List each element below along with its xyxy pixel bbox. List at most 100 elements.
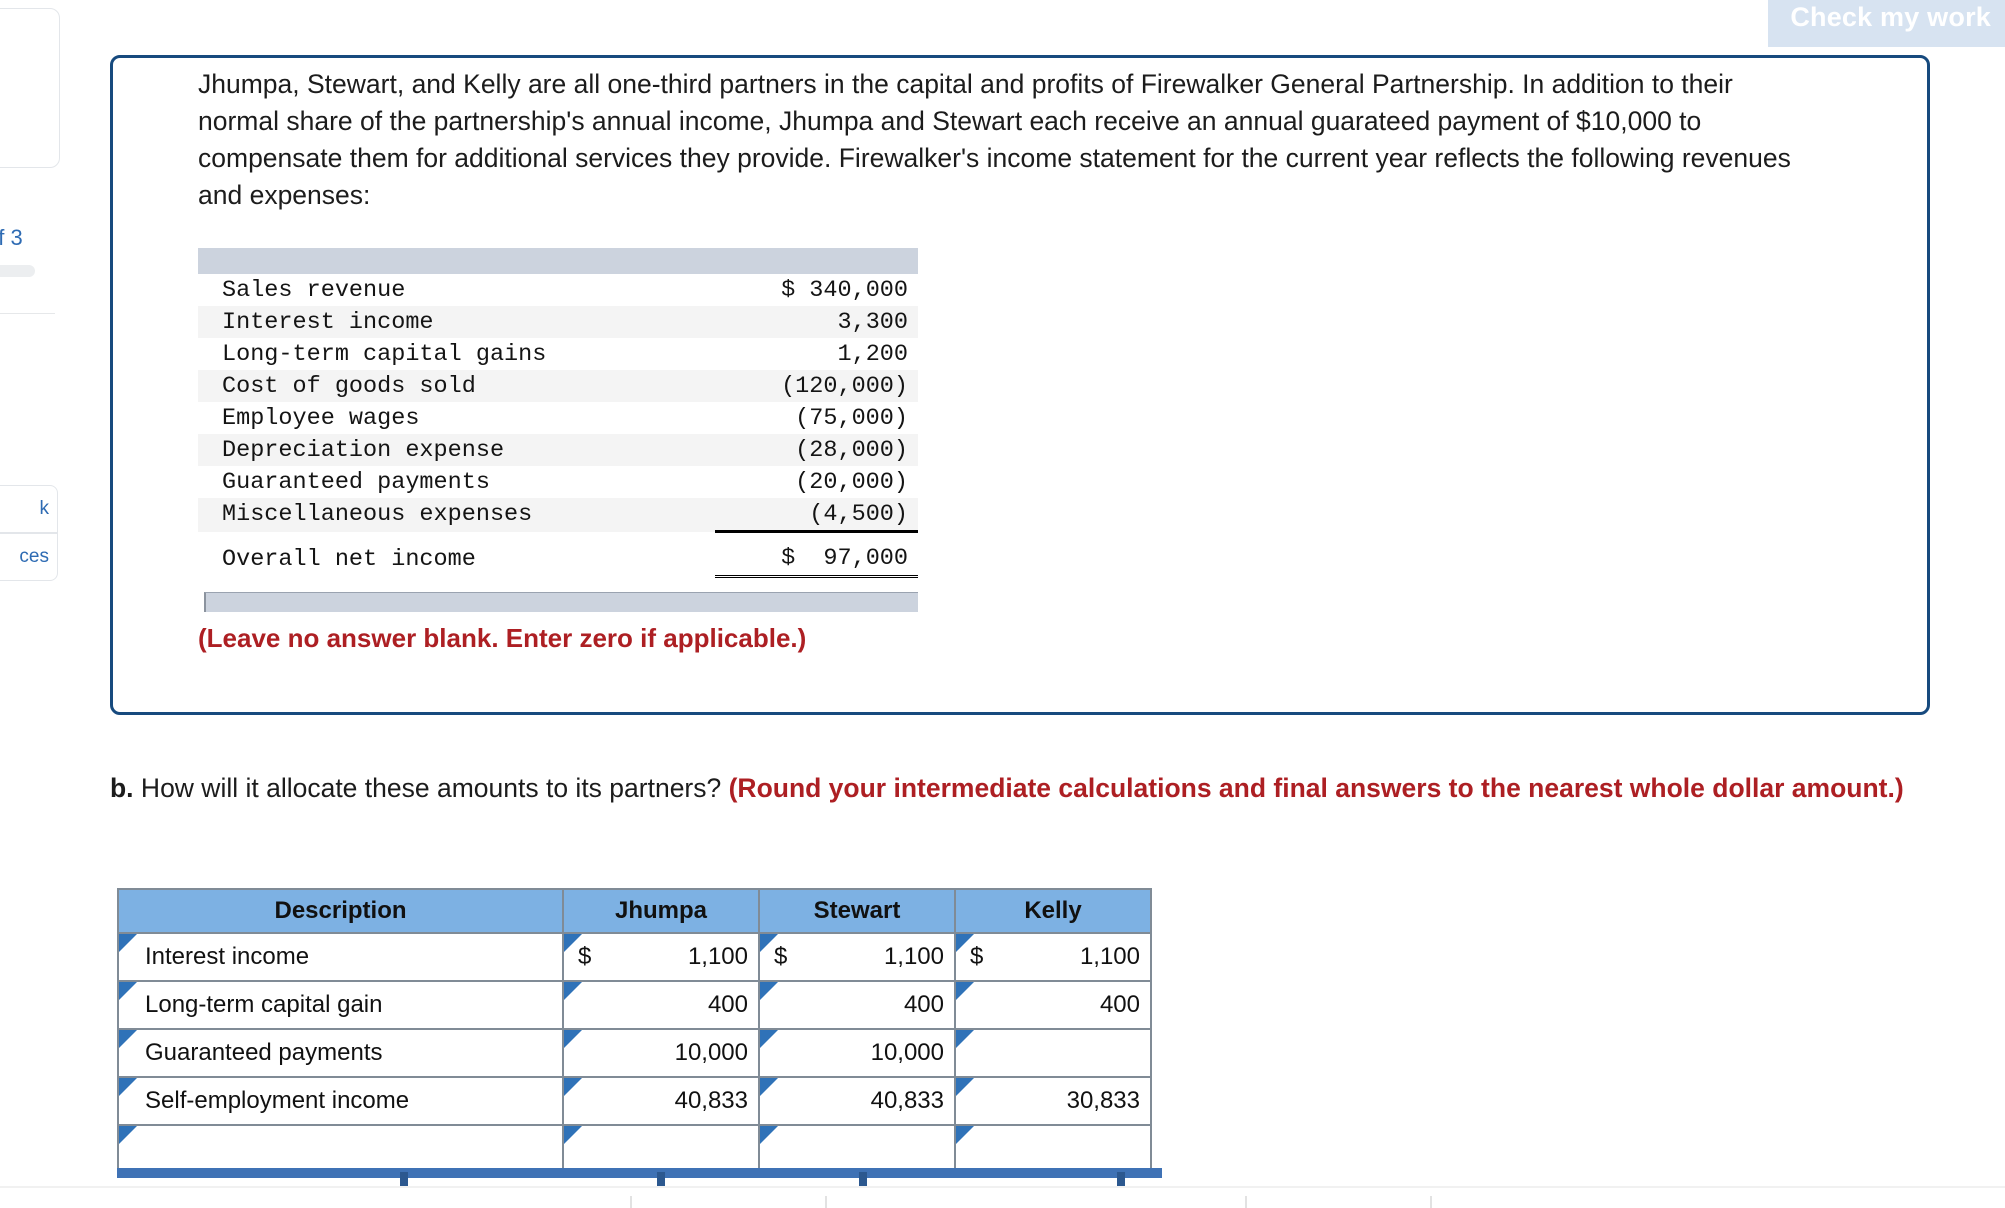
amount-value: 1,100 (883, 943, 944, 970)
check-my-work-button[interactable]: Check my work (1768, 0, 2005, 47)
income-statement-amount: (28,000) (795, 436, 908, 464)
income-statement-amount: 1,200 (837, 340, 908, 368)
amount-value: 30,833 (1066, 1087, 1140, 1114)
income-statement-label: Miscellaneous expenses (222, 501, 533, 529)
description-cell[interactable]: Long-term capital gain (117, 980, 564, 1030)
description-cell[interactable] (117, 1124, 564, 1174)
scrollbar-notch (657, 1172, 665, 1186)
description-cell[interactable]: Guaranteed payments (117, 1028, 564, 1078)
amount-cell-kelly[interactable]: 400 (954, 980, 1152, 1030)
income-statement-label: Employee wages (222, 404, 420, 432)
currency-symbol: $ (578, 943, 592, 970)
income-statement-label: Guaranteed payments (222, 468, 490, 496)
income-statement-amount: $ 340,000 (781, 276, 908, 304)
income-statement-row: Sales revenue $ 340,000 (198, 274, 918, 306)
table-row: Self-employment income 40,833 40,833 30,833 (117, 1076, 1152, 1126)
income-statement-amount: (20,000) (795, 468, 908, 496)
amount-value: 400 (1099, 991, 1140, 1018)
amount-value: 10,000 (870, 1039, 944, 1066)
income-statement-label: Cost of goods sold (222, 372, 476, 400)
description-cell[interactable]: Self-employment income (117, 1076, 564, 1126)
income-statement-row: Interest income 3,300 (198, 306, 918, 338)
income-statement-amount: 3,300 (837, 308, 908, 336)
amount-cell-stewart[interactable]: 10,000 (758, 1028, 956, 1078)
part-b-text: How will it allocate these amounts to it… (133, 773, 729, 803)
amount-cell-kelly[interactable] (954, 1124, 1152, 1174)
allocation-table-wrapper: Description Jhumpa Stewart Kelly Interest i… (117, 888, 1152, 1174)
column-header-jhumpa: Jhumpa (562, 888, 760, 934)
table-row: Guaranteed payments 10,000 10,000 (117, 1028, 1152, 1078)
income-statement: Sales revenue $ 340,000 Interest income 3,3… (198, 248, 918, 612)
income-statement-total-label: Overall net income (222, 545, 476, 573)
column-header-kelly: Kelly (954, 888, 1152, 934)
amount-cell-kelly[interactable]: $1,100 (954, 932, 1152, 982)
sidebar-item-ask-label: k (39, 498, 50, 519)
amount-cell-jhumpa[interactable] (562, 1124, 760, 1174)
scrollbar-notch (859, 1172, 867, 1186)
income-statement-label: Sales revenue (222, 276, 406, 304)
amount-cell-jhumpa[interactable]: $1,100 (562, 932, 760, 982)
amount-value: 40,833 (674, 1087, 748, 1114)
leave-blank-note: (Leave no answer blank. Enter zero if ap… (198, 623, 807, 653)
part-b-red-note: (Round your intermediate calculations an… (728, 773, 1904, 803)
income-statement-row: Guaranteed payments (20,000) (198, 466, 918, 498)
left-sidebar: of 3 k ces (0, 0, 60, 1208)
currency-symbol: $ (774, 943, 788, 970)
amount-cell-jhumpa[interactable]: 10,000 (562, 1028, 760, 1078)
table-header-row: Description Jhumpa Stewart Kelly (117, 888, 1152, 934)
amount-value: 400 (707, 991, 748, 1018)
amount-value: 1,100 (1079, 943, 1140, 970)
amount-cell-stewart[interactable]: $1,100 (758, 932, 956, 982)
table-row (117, 1124, 1152, 1174)
amount-value: 400 (903, 991, 944, 1018)
sidebar-divider (0, 313, 55, 314)
amount-cell-jhumpa[interactable]: 400 (562, 980, 760, 1030)
income-statement-total-row: Overall net income $ 97,000 (198, 539, 918, 578)
page-bottom-rule (0, 1186, 2005, 1188)
scrollbar-notch (400, 1172, 408, 1186)
income-statement-label: Depreciation expense (222, 436, 505, 464)
page-bottom-tick (825, 1196, 827, 1208)
sidebar-item-references[interactable]: ces (0, 533, 58, 581)
scrollbar-notch (1117, 1172, 1125, 1186)
sidebar-item-references-label: ces (19, 546, 49, 567)
table-bottom-scrollbar[interactable] (117, 1168, 1162, 1178)
part-b-question: b. How will it allocate these amounts to… (110, 768, 2000, 808)
amount-value: 10,000 (674, 1039, 748, 1066)
page-bottom-tick (1245, 1196, 1247, 1208)
income-statement-total-amount: $ 97,000 (714, 539, 918, 578)
income-statement-row: Cost of goods sold (120,000) (198, 370, 918, 402)
amount-cell-kelly[interactable]: 30,833 (954, 1076, 1152, 1126)
income-statement-label: Long-term capital gains (222, 340, 547, 368)
amount-cell-kelly[interactable] (954, 1028, 1152, 1078)
amount-cell-stewart[interactable]: 400 (758, 980, 956, 1030)
sidebar-item-ask[interactable]: k (0, 485, 58, 533)
currency-symbol: $ (970, 943, 984, 970)
amount-value: 40,833 (870, 1087, 944, 1114)
question-card: Jhumpa, Stewart, and Kelly are all one-t… (110, 55, 1930, 715)
income-statement-table: Sales revenue $ 340,000 Interest income 3,3… (198, 274, 918, 578)
question-prompt: Jhumpa, Stewart, and Kelly are all one-t… (198, 69, 1791, 210)
income-statement-subtotal-rule (198, 530, 918, 540)
column-header-description: Description (117, 888, 564, 934)
income-statement-top-bar (198, 248, 918, 274)
page-bottom-tick (630, 1196, 632, 1208)
page-root: of 3 k ces Check my work Jhumpa, Stewart… (0, 0, 2005, 1208)
page-bottom-tick (1430, 1196, 1432, 1208)
income-statement-row: Long-term capital gains 1,200 (198, 338, 918, 370)
table-row: Interest income $1,100 $1,100 $1,100 (117, 932, 1152, 982)
income-statement-row: Miscellaneous expenses (4,500) (198, 498, 918, 532)
income-statement-label: Interest income (222, 308, 434, 336)
income-statement-row: Employee wages (75,000) (198, 402, 918, 434)
part-b-letter: b. (110, 773, 134, 803)
amount-cell-jhumpa[interactable]: 40,833 (562, 1076, 760, 1126)
amount-cell-stewart[interactable] (758, 1124, 956, 1174)
income-statement-amount: (75,000) (795, 404, 908, 432)
amount-cell-stewart[interactable]: 40,833 (758, 1076, 956, 1126)
progress-bar (0, 265, 35, 277)
description-cell[interactable]: Interest income (117, 932, 564, 982)
sidebar-avatar-card (0, 8, 60, 168)
table-row: Long-term capital gain 400 400 400 (117, 980, 1152, 1030)
income-statement-amount: (4,500) (809, 500, 908, 528)
column-header-stewart: Stewart (758, 888, 956, 934)
